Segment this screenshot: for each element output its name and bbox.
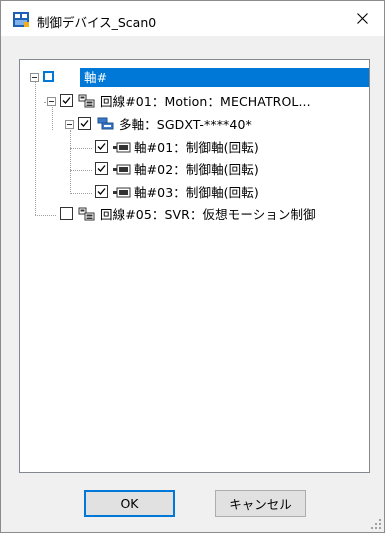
checkmark-icon (80, 120, 89, 127)
checkmark-icon (62, 97, 71, 104)
multi-axis-icon (97, 117, 114, 130)
tree-node-axis-01-label: 軸#01：制御軸(回転) (134, 140, 259, 155)
checkmark-icon (97, 188, 106, 195)
app-icon (13, 12, 29, 27)
tree-node-multi-axis[interactable]: 多軸：SGDXT-****40* (20, 115, 369, 134)
ok-button[interactable]: OK (84, 490, 175, 517)
tree-node-multi-axis-label: 多軸：SGDXT-****40* (119, 117, 252, 132)
tree-node-root[interactable]: 軸# (20, 68, 369, 87)
collapse-toggle[interactable] (65, 120, 74, 129)
cancel-button[interactable]: キャンセル (215, 490, 306, 517)
tree-node-axis-02[interactable]: 軸#02：制御軸(回転) (20, 160, 369, 179)
title-bar[interactable]: 制御デバイス_Scan0 (1, 1, 384, 36)
checkmark-icon (97, 165, 106, 172)
tree-node-line-05[interactable]: 回線#05：SVR：仮想モーション制御 (20, 205, 369, 224)
servo-axis-icon (113, 187, 131, 198)
network-line-icon (78, 207, 95, 221)
tree-node-axis-01[interactable]: 軸#01：制御軸(回転) (20, 138, 369, 157)
selection-highlight (80, 68, 369, 87)
checkbox-line-05[interactable] (60, 207, 73, 220)
servo-axis-icon (113, 142, 131, 153)
tree-node-line-05-label: 回線#05：SVR：仮想モーション制御 (100, 207, 316, 222)
close-icon (356, 13, 368, 24)
tree-node-line-01-label: 回線#01：Motion：MECHATROL... (100, 94, 311, 109)
axis-tree-view[interactable]: 軸# 回線#01：Motion：MECHATROL... 多軸：SGDXT-**… (19, 59, 370, 473)
collapse-toggle[interactable] (47, 97, 56, 106)
tree-node-axis-03-label: 軸#03：制御軸(回転) (134, 185, 259, 200)
tree-node-line-01[interactable]: 回線#01：Motion：MECHATROL... (20, 92, 369, 111)
network-line-icon (78, 94, 95, 108)
checkbox-root[interactable] (42, 70, 55, 83)
checkbox-axis-02[interactable] (95, 162, 108, 175)
checkbox-axis-03[interactable] (95, 185, 108, 198)
servo-axis-icon (113, 164, 131, 175)
checkbox-axis-01[interactable] (95, 140, 108, 153)
tree-node-root-label: 軸# (84, 70, 108, 85)
collapse-toggle[interactable] (30, 73, 39, 82)
axis-group-icon (62, 72, 77, 84)
resize-grip-icon[interactable] (370, 518, 382, 530)
checkbox-multi-axis[interactable] (78, 117, 91, 130)
dialog-window: 制御デバイス_Scan0 軸# 回線#01：Motion：MECHATROL..… (0, 0, 385, 533)
close-button[interactable] (340, 1, 384, 36)
window-title: 制御デバイス_Scan0 (37, 15, 157, 30)
tree-node-axis-03[interactable]: 軸#03：制御軸(回転) (20, 183, 369, 202)
tree-node-axis-02-label: 軸#02：制御軸(回転) (134, 162, 259, 177)
checkmark-icon (97, 143, 106, 150)
checkbox-line-01[interactable] (60, 94, 73, 107)
